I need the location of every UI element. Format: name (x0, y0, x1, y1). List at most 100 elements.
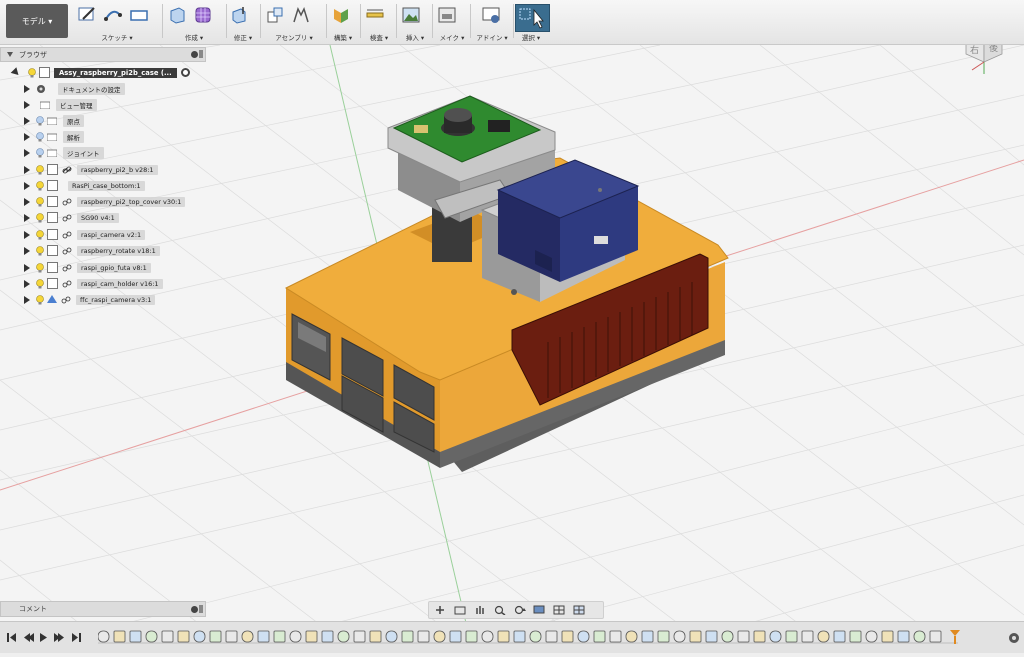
timeline-feature-icon[interactable] (545, 630, 558, 643)
timeline-settings-icon[interactable] (1008, 632, 1020, 644)
timeline-feature-icon[interactable] (577, 630, 590, 643)
timeline-feature-icon[interactable] (225, 630, 238, 643)
look-at-icon[interactable] (453, 605, 467, 615)
visibility-bulb-icon[interactable] (36, 115, 44, 126)
timeline-feature-icon[interactable] (529, 630, 542, 643)
visibility-bulb-icon[interactable] (36, 131, 44, 142)
timeline-feature-icon[interactable] (433, 630, 446, 643)
timeline-feature-icon[interactable] (401, 630, 414, 643)
timeline-feature-icon[interactable] (129, 630, 142, 643)
insert-menu-label[interactable]: 挿入 ▾ (400, 32, 430, 42)
extrude-icon[interactable] (166, 4, 188, 26)
timeline-feature-icon[interactable] (737, 630, 750, 643)
tree-item-component[interactable]: raspi_gpio_futa v8:1 (24, 261, 151, 274)
timeline-feature-icon[interactable] (881, 630, 894, 643)
inspect-menu-label[interactable]: 検査 ▾ (364, 32, 394, 42)
browser-options-icon[interactable] (191, 51, 198, 58)
tree-item-component[interactable]: raspberry_pi2_top_cover v30:1 (24, 195, 186, 208)
new-component-icon[interactable] (264, 4, 286, 26)
timeline-feature-icon[interactable] (785, 630, 798, 643)
browser-panel-header[interactable]: ブラウザ (0, 47, 206, 62)
tree-item-component[interactable]: raspberry_pi2_b v28:1 (24, 163, 158, 176)
arc-icon[interactable] (102, 4, 124, 26)
timeline-feature-icon[interactable] (273, 630, 286, 643)
tree-item-component[interactable]: ffc_raspi_camera v3:1 (24, 293, 156, 306)
construct-group[interactable]: 構築 ▾ (330, 2, 356, 42)
visibility-bulb-icon[interactable] (36, 180, 44, 191)
fit-icon[interactable] (513, 605, 527, 615)
timeline-feature-icon[interactable] (593, 630, 606, 643)
comments-panel[interactable]: コメント (0, 601, 206, 617)
timeline-feature-icon[interactable] (465, 630, 478, 643)
timeline-feature-icon[interactable] (657, 630, 670, 643)
addins-group[interactable]: アドイン ▾ (472, 2, 512, 42)
sketch-menu-label[interactable]: スケッチ ▾ (76, 32, 158, 42)
select-group[interactable]: 選択 ▾ (513, 2, 549, 42)
visibility-bulb-icon[interactable] (36, 278, 44, 289)
timeline-feature-icon[interactable] (385, 630, 398, 643)
timeline-feature-icon[interactable] (497, 630, 510, 643)
construct-menu-label[interactable]: 構築 ▾ (330, 32, 356, 42)
scripts-addins-icon[interactable] (480, 4, 502, 26)
timeline-features[interactable] (98, 630, 968, 644)
visibility-bulb-icon[interactable] (36, 245, 44, 256)
visibility-bulb-icon[interactable] (36, 294, 44, 305)
display-settings-icon[interactable] (533, 605, 547, 615)
measure-icon[interactable] (364, 4, 386, 26)
select-menu-label[interactable]: 選択 ▾ (513, 32, 549, 42)
make-group[interactable]: メイク ▾ (436, 2, 468, 42)
timeline-feature-icon[interactable] (753, 630, 766, 643)
timeline-feature-icon[interactable] (241, 630, 254, 643)
timeline-feature-icon[interactable] (417, 630, 430, 643)
timeline-feature-icon[interactable] (673, 630, 686, 643)
visibility-bulb-icon[interactable] (36, 164, 44, 175)
timeline-feature-icon[interactable] (161, 630, 174, 643)
create-menu-label[interactable]: 作成 ▾ (166, 32, 222, 42)
timeline-feature-icon[interactable] (145, 630, 158, 643)
tree-item-view-mgmt[interactable]: ビュー管理 (24, 98, 97, 111)
model-viewport[interactable] (0, 0, 1024, 652)
timeline-feature-icon[interactable] (513, 630, 526, 643)
orbit-icon[interactable] (433, 605, 447, 615)
collapse-browser-icon[interactable] (7, 52, 13, 57)
timeline-feature-icon[interactable] (833, 630, 846, 643)
timeline-feature-icon[interactable] (481, 630, 494, 643)
press-pull-icon[interactable] (228, 4, 250, 26)
timeline-feature-icon[interactable] (369, 630, 382, 643)
timeline-feature-icon[interactable] (817, 630, 830, 643)
make-menu-label[interactable]: メイク ▾ (436, 32, 468, 42)
viewports-icon[interactable] (573, 605, 587, 615)
comments-add-icon[interactable] (191, 606, 198, 613)
timeline-feature-icon[interactable] (897, 630, 910, 643)
offset-plane-icon[interactable] (330, 4, 352, 26)
comments-pin-icon[interactable] (199, 605, 203, 613)
visibility-bulb-icon[interactable] (28, 67, 36, 78)
sketch-group[interactable]: スケッチ ▾ (76, 2, 158, 42)
timeline-feature-icon[interactable] (193, 630, 206, 643)
grid-settings-icon[interactable] (553, 605, 567, 615)
insert-image-icon[interactable] (400, 4, 422, 26)
browser-pin-icon[interactable] (199, 50, 203, 58)
tree-item-component[interactable]: raspberry_rotate v18:1 (24, 244, 160, 257)
timeline-feature-icon[interactable] (849, 630, 862, 643)
visibility-bulb-icon[interactable] (36, 229, 44, 240)
timeline-feature-icon[interactable] (641, 630, 654, 643)
timeline-feature-icon[interactable] (913, 630, 926, 643)
pan-icon[interactable] (473, 605, 487, 615)
tree-item-component[interactable]: RasPi_case_bottom:1 (24, 179, 145, 192)
timeline-feature-icon[interactable] (289, 630, 302, 643)
addins-menu-label[interactable]: アドイン ▾ (472, 32, 512, 42)
assemble-menu-label[interactable]: アセンブリ ▾ (264, 32, 324, 42)
tree-item-joints[interactable]: ジョイント (24, 146, 104, 159)
visibility-bulb-icon[interactable] (36, 262, 44, 273)
tree-item-analysis[interactable]: 解析 (24, 130, 84, 143)
viewport-canvas[interactable] (0, 0, 1024, 652)
go-to-start-icon[interactable] (7, 633, 9, 642)
timeline-feature-icon[interactable] (561, 630, 574, 643)
visibility-bulb-icon[interactable] (36, 196, 44, 207)
timeline-feature-icon[interactable] (98, 630, 110, 643)
insert-group[interactable]: 挿入 ▾ (400, 2, 430, 42)
expand-root-icon[interactable] (10, 67, 22, 78)
visibility-bulb-icon[interactable] (36, 147, 44, 158)
zoom-icon[interactable] (493, 605, 507, 615)
